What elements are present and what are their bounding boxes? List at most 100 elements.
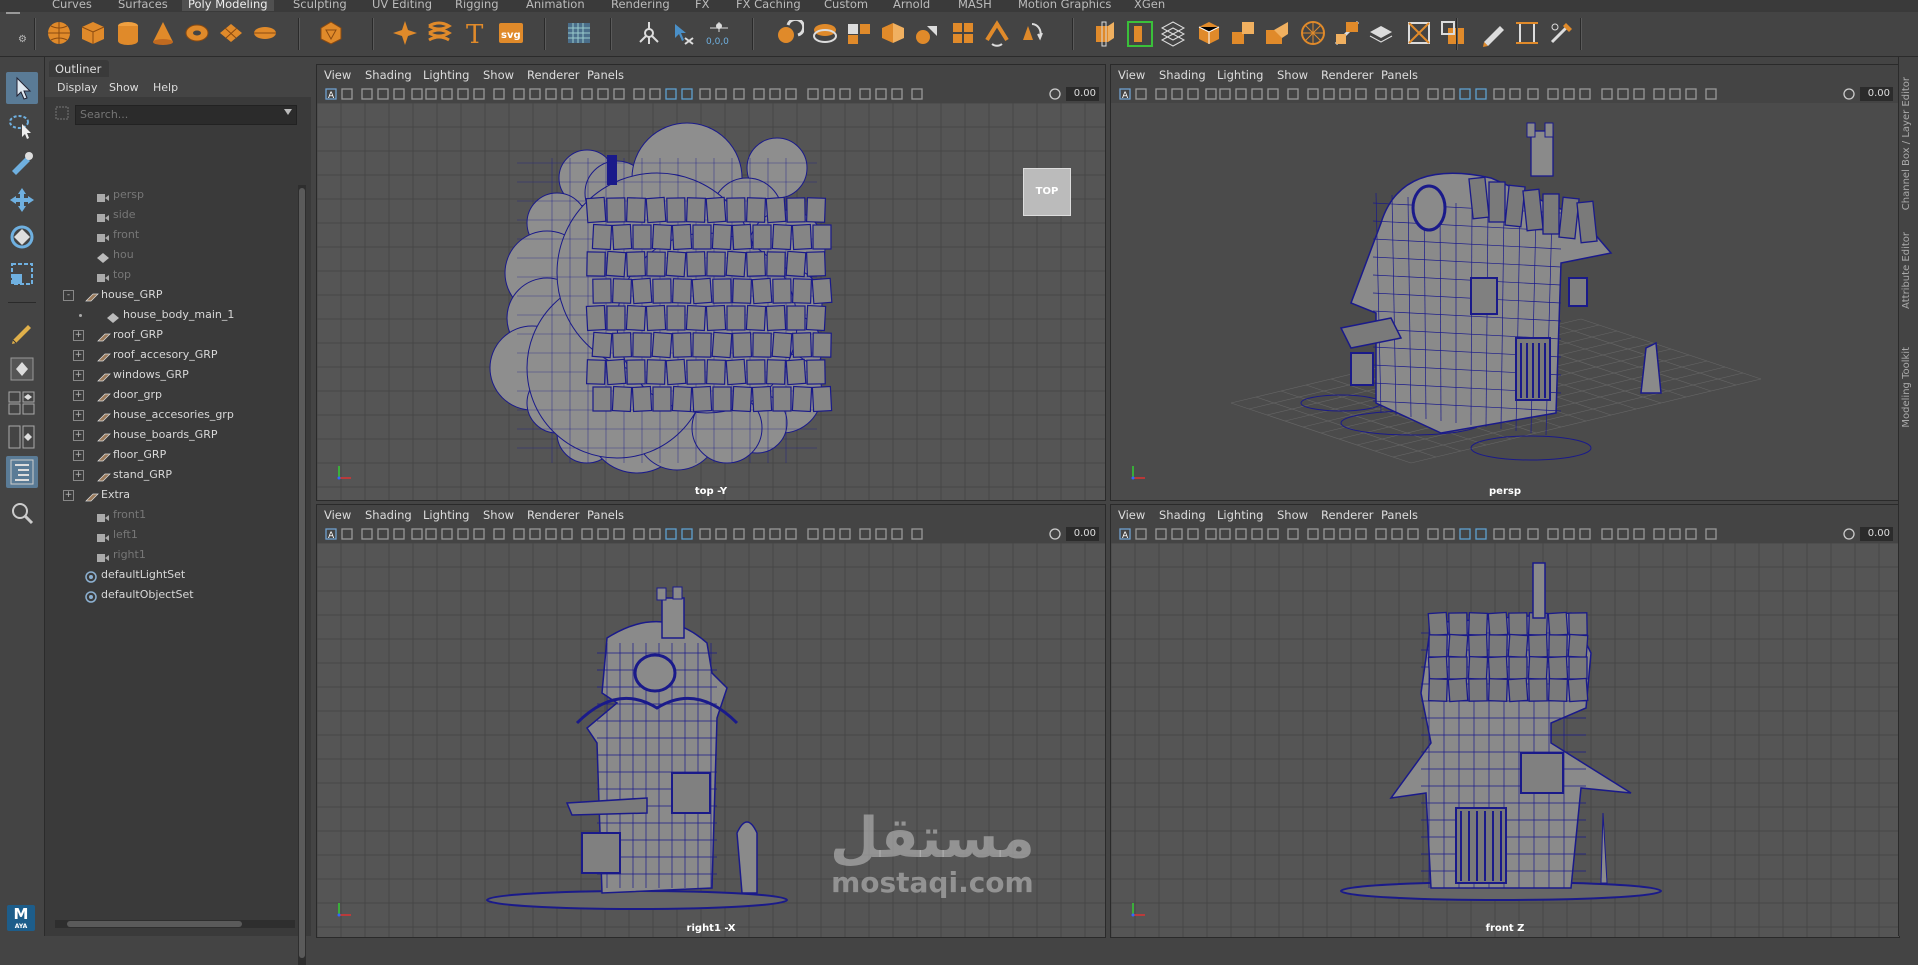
viewport-menu-lighting[interactable]: Lighting: [423, 508, 469, 522]
shelf-tab-rendering[interactable]: Rendering: [611, 0, 670, 11]
viewport-tool-icon[interactable]: [1155, 528, 1167, 540]
outliner-item-extra[interactable]: Extra: [85, 485, 130, 505]
viewport-tool-icon[interactable]: [1527, 528, 1539, 540]
viewport-tool-icon[interactable]: [1187, 528, 1199, 540]
viewport-tool-icon[interactable]: [753, 528, 765, 540]
viewport-tool-icon[interactable]: [361, 528, 373, 540]
viewport-tool-icon[interactable]: [649, 528, 661, 540]
viewport-tool-icon[interactable]: [715, 528, 727, 540]
viewport-scene[interactable]: [1111, 543, 1899, 937]
viewport-tool-icon[interactable]: [361, 88, 373, 100]
bridge-icon[interactable]: [984, 20, 1010, 47]
viewport-tool-icon[interactable]: [1323, 528, 1335, 540]
outliner-item-roof-accesory-grp[interactable]: roof_accesory_GRP: [97, 345, 218, 365]
viewport-tool-icon[interactable]: [1579, 88, 1591, 100]
channel-box-tab[interactable]: Channel Box / Layer Editor: [1901, 77, 1912, 210]
viewport-menu-renderer[interactable]: Renderer: [1321, 508, 1374, 522]
outliner-item-door-grp[interactable]: door_grp: [97, 385, 162, 405]
expand-icon[interactable]: +: [73, 410, 84, 421]
viewport-tool-icon[interactable]: [699, 528, 711, 540]
pencil-icon[interactable]: [6, 315, 38, 347]
select-tool-icon[interactable]: [6, 72, 38, 104]
viewport-menu-shading[interactable]: Shading: [1159, 508, 1206, 522]
viewport-tool-icon[interactable]: [1391, 528, 1403, 540]
viewport-tool-icon[interactable]: [1475, 528, 1487, 540]
viewport-tool-icon[interactable]: [1527, 88, 1539, 100]
svg-icon[interactable]: svg: [498, 20, 524, 46]
expand-icon[interactable]: +: [73, 390, 84, 401]
viewport-tool-icon[interactable]: [733, 528, 745, 540]
viewport-tool-icon[interactable]: [1493, 88, 1505, 100]
viewport-tool-icon[interactable]: [769, 528, 781, 540]
viewport-tool-icon[interactable]: [1705, 528, 1717, 540]
viewport-menu-panels[interactable]: Panels: [1381, 508, 1418, 522]
viewport-tool-icon[interactable]: [1355, 88, 1367, 100]
shelf-gear-icon[interactable]: ⚙: [18, 34, 27, 45]
extrude-icon[interactable]: [1018, 20, 1044, 46]
outliner-search-input[interactable]: [76, 106, 264, 122]
viewport-tool-icon[interactable]: [1509, 528, 1521, 540]
shelf-tab-animation[interactable]: Animation: [526, 0, 585, 11]
viewport-value-field[interactable]: 0.00: [1066, 87, 1099, 101]
viewport-tool-icon[interactable]: [457, 88, 469, 100]
outliner-item-house-boards-grp[interactable]: house_boards_GRP: [97, 425, 217, 445]
viewport-tool-icon[interactable]: [1287, 88, 1299, 100]
paint-select-icon[interactable]: [6, 147, 38, 179]
outliner-item-left1[interactable]: left1: [97, 525, 138, 545]
viewport-tool-icon[interactable]: [823, 528, 835, 540]
viewport-canvas[interactable]: front Z: [1111, 543, 1899, 937]
viewport-tool-icon[interactable]: [1509, 88, 1521, 100]
viewport-tool-icon[interactable]: [1563, 88, 1575, 100]
smooth-icon[interactable]: [846, 20, 872, 46]
view-cube[interactable]: TOP: [1023, 168, 1071, 216]
bevel-icon[interactable]: [950, 20, 976, 46]
viewport-tool-icon[interactable]: [649, 88, 661, 100]
viewport-tool-icon[interactable]: A: [1119, 528, 1131, 541]
viewport-tool-icon[interactable]: [1339, 528, 1351, 540]
viewport-menu-panels[interactable]: Panels: [587, 508, 624, 522]
viewport-tool-icon[interactable]: [1475, 88, 1487, 100]
outliner-item-top[interactable]: top: [97, 265, 131, 285]
viewport-tool-icon[interactable]: [377, 528, 389, 540]
expand-icon[interactable]: +: [73, 350, 84, 361]
outliner-layout-icon[interactable]: [6, 456, 38, 488]
viewport-tool-icon[interactable]: [411, 88, 423, 100]
viewport-menu-shading[interactable]: Shading: [365, 68, 412, 82]
frame-icon[interactable]: [1049, 528, 1061, 540]
viewport-menu-shading[interactable]: Shading: [365, 508, 412, 522]
platonic-solid-icon[interactable]: [318, 20, 344, 46]
viewport-tool-icon[interactable]: [1669, 528, 1681, 540]
viewport-tool-icon[interactable]: [613, 88, 625, 100]
frame-icon[interactable]: [1843, 88, 1855, 100]
poly-plane-icon[interactable]: [218, 20, 244, 46]
viewport-tool-icon[interactable]: [681, 528, 693, 540]
frame-icon[interactable]: [1843, 528, 1855, 540]
viewport-scene[interactable]: [317, 103, 1105, 500]
layout-single-icon[interactable]: [6, 353, 38, 385]
viewport-tool-icon[interactable]: [1633, 88, 1645, 100]
viewport-tool-icon[interactable]: [1391, 88, 1403, 100]
modeling-toolkit-tab[interactable]: Modeling Toolkit: [1901, 347, 1912, 428]
viewport-tool-icon[interactable]: [875, 528, 887, 540]
viewport-menu-panels[interactable]: Panels: [1381, 68, 1418, 82]
viewport-tool-icon[interactable]: [785, 88, 797, 100]
viewport-tool-icon[interactable]: [493, 528, 505, 540]
viewport-tool-icon[interactable]: [1427, 88, 1439, 100]
poly-torus-icon[interactable]: [184, 20, 210, 46]
sweep-mesh-icon[interactable]: [426, 20, 452, 46]
expand-icon[interactable]: +: [73, 330, 84, 341]
viewport-tool-icon[interactable]: [581, 88, 593, 100]
viewport-menu-view[interactable]: View: [1118, 508, 1145, 522]
viewport-tool-icon[interactable]: [1135, 528, 1147, 540]
viewport-tool-icon[interactable]: [1375, 528, 1387, 540]
viewport-tool-icon[interactable]: [665, 528, 677, 540]
viewport-tool-icon[interactable]: [545, 528, 557, 540]
viewport-tool-icon[interactable]: [1287, 528, 1299, 540]
viewport-tool-icon[interactable]: [1563, 528, 1575, 540]
viewport-tool-icon[interactable]: [875, 88, 887, 100]
viewport-canvas[interactable]: persp: [1111, 103, 1899, 500]
viewport-menu-shading[interactable]: Shading: [1159, 68, 1206, 82]
append-icon[interactable]: [1334, 20, 1360, 46]
viewport-tool-icon[interactable]: [665, 88, 677, 100]
viewport-tool-icon[interactable]: [1323, 88, 1335, 100]
